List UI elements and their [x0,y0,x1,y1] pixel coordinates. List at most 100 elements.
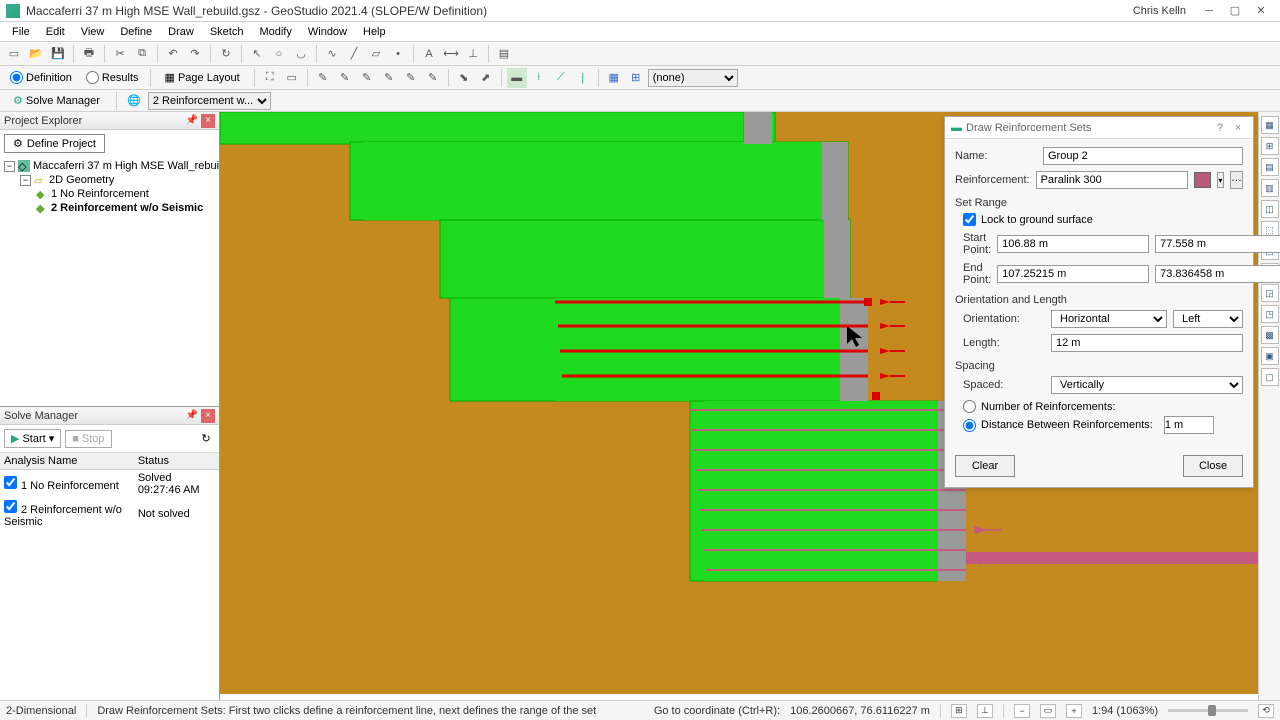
edit-point-icon[interactable]: ✎ [313,68,333,88]
reinf-icon[interactable]: ▬ [507,68,527,88]
tool-axis-icon[interactable]: ⊥ [463,44,483,64]
zoom-extent-icon[interactable]: ⛶ [260,68,280,88]
reinforcement-browse-button[interactable]: … [1230,171,1243,189]
tool-layers-icon[interactable]: ▤ [494,44,514,64]
panel-close-icon[interactable]: × [201,114,215,128]
save-icon[interactable]: 💾 [48,44,68,64]
mode-results[interactable]: Results [80,71,145,84]
zoom-in-icon[interactable]: + [1066,704,1082,718]
col-status[interactable]: Status [134,453,219,470]
right-tool-1[interactable]: ▦ [1261,116,1279,134]
dialog-close-icon[interactable]: × [1229,122,1247,134]
cut-icon[interactable]: ✂ [110,44,130,64]
close-button[interactable]: ✕ [1248,2,1274,20]
name-input[interactable] [1043,147,1243,165]
right-tool-3[interactable]: ▤ [1261,158,1279,176]
material-select[interactable]: (none) [648,69,738,87]
zoom-out-icon[interactable]: − [1014,704,1030,718]
menu-draw[interactable]: Draw [160,24,202,40]
tool-region-icon[interactable]: ▱ [366,44,386,64]
row-checkbox[interactable] [4,476,17,489]
collapse-icon[interactable]: − [4,161,15,172]
reinforcement-input[interactable] [1036,171,1188,189]
tool-dim-icon[interactable]: ⟷ [441,44,461,64]
row-checkbox[interactable] [4,500,17,513]
analysis-tree-icon[interactable]: 🌐 [124,91,144,111]
solve-row[interactable]: 1 No ReinforcementSolved 09:27:46 AM [0,470,219,499]
length-input[interactable] [1051,334,1243,352]
maximize-button[interactable]: ▢ [1222,2,1248,20]
menu-modify[interactable]: Modify [251,24,299,40]
stop-button[interactable]: ■Stop [65,430,111,448]
right-tool-4[interactable]: ▥ [1261,179,1279,197]
tree-geometry[interactable]: −▱2D Geometry [4,173,215,187]
mode-definition[interactable]: Definition [4,71,78,84]
orientation-select[interactable]: Horizontal [1051,310,1167,328]
pin-icon[interactable]: 📌 [185,114,199,128]
tool-text-icon[interactable]: A [419,44,439,64]
tool-line-icon[interactable]: ╱ [344,44,364,64]
col-analysis-name[interactable]: Analysis Name [0,453,134,470]
menu-help[interactable]: Help [355,24,394,40]
undo-icon[interactable]: ↶ [163,44,183,64]
dist-reinf-radio[interactable] [963,419,976,432]
start-y-input[interactable] [1155,235,1280,253]
page-layout-button[interactable]: ▦Page Layout [156,68,249,87]
tool-pointer-icon[interactable]: ↖ [247,44,267,64]
minimize-button[interactable]: ─ [1196,2,1222,20]
ortho-icon[interactable]: ⊥ [977,704,993,718]
num-reinf-radio[interactable] [963,400,976,413]
contour-icon[interactable]: ▦ [604,68,624,88]
edit-line-icon[interactable]: ✎ [335,68,355,88]
tool-point-icon[interactable]: • [388,44,408,64]
solve-manager-button[interactable]: ⚙Solve Manager [4,91,109,110]
zoom-slider[interactable] [1168,709,1248,712]
reinforcement-dropdown-icon[interactable]: ▾ [1217,172,1224,188]
redo-icon[interactable]: ↷ [185,44,205,64]
anchor-icon[interactable]: ⟊ [529,68,549,88]
canvas-area[interactable]: ▬ Draw Reinforcement Sets ? × Name: Rein… [220,112,1258,700]
zoom-fit-icon[interactable]: ▭ [1040,704,1056,718]
pin-icon[interactable]: 📌 [185,409,199,423]
menu-sketch[interactable]: Sketch [202,24,252,40]
start-button[interactable]: ▶Start▾ [4,429,61,448]
edit-region-icon[interactable]: ✎ [357,68,377,88]
clear-button[interactable]: Clear [955,455,1015,477]
edit-bc-icon[interactable]: ✎ [379,68,399,88]
menu-window[interactable]: Window [300,24,355,40]
right-tool-9[interactable]: ◲ [1261,284,1279,302]
print-icon[interactable]: 🖶 [79,44,99,64]
zoom-reset-icon[interactable]: ⟲ [1258,704,1274,718]
tree-analysis-2[interactable]: ◆2 Reinforcement w/o Seismic [4,201,215,215]
tool-circle-icon[interactable]: ○ [269,44,289,64]
new-icon[interactable]: ▭ [4,44,24,64]
edit-mesh-icon[interactable]: ✎ [423,68,443,88]
menu-define[interactable]: Define [112,24,160,40]
edit-mat-icon[interactable]: ✎ [401,68,421,88]
pile-icon[interactable]: | [573,68,593,88]
redraw-icon[interactable]: ↻ [216,44,236,64]
lock-ground-checkbox[interactable] [963,213,976,226]
copy-icon[interactable]: ⧉ [132,44,152,64]
close-button[interactable]: Close [1183,455,1243,477]
direction-select[interactable]: Left [1173,310,1243,328]
dialog-title-bar[interactable]: ▬ Draw Reinforcement Sets ? × [945,117,1253,139]
right-tool-12[interactable]: ▣ [1261,347,1279,365]
spaced-select[interactable]: Vertically [1051,376,1243,394]
right-tool-5[interactable]: ◫ [1261,200,1279,218]
end-x-input[interactable] [997,265,1149,283]
nail-icon[interactable]: ⟋ [551,68,571,88]
open-icon[interactable]: 📂 [26,44,46,64]
solve-row[interactable]: 2 Reinforcement w/o SeismicNot solved [0,498,219,530]
tree-root[interactable]: −◇Maccaferri 37 m High MSE Wall_rebuild [4,159,215,173]
analysis-select[interactable]: 2 Reinforcement w... [148,92,271,110]
snap-icon[interactable]: ⊞ [951,704,967,718]
right-tool-13[interactable]: ▢ [1261,368,1279,386]
slip-exit-icon[interactable]: ⬈ [476,68,496,88]
menu-file[interactable]: File [4,24,38,40]
slip-entry-icon[interactable]: ⬊ [454,68,474,88]
dist-reinf-input[interactable] [1164,416,1214,434]
menu-view[interactable]: View [73,24,113,40]
end-y-input[interactable] [1155,265,1280,283]
help-icon[interactable]: ? [1211,122,1229,134]
